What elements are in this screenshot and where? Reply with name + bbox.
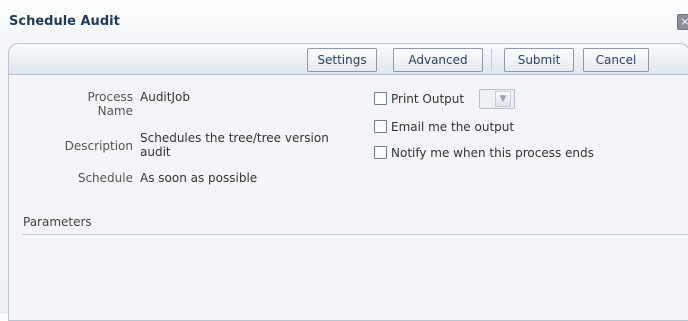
print-output-select[interactable]: ▼	[479, 89, 515, 109]
email-output-checkbox[interactable]	[374, 120, 387, 133]
print-output-label: Print Output	[391, 92, 465, 106]
parameters-section-title: Parameters	[23, 215, 92, 229]
print-output-checkbox[interactable]	[374, 92, 387, 105]
cancel-button[interactable]: Cancel	[583, 48, 649, 72]
schedule-label: Schedule	[77, 171, 133, 185]
close-icon[interactable]: ×	[677, 14, 688, 30]
process-name-label: Process Name	[87, 90, 133, 118]
toolbar-separator	[491, 49, 492, 71]
notify-checkbox[interactable]	[374, 146, 387, 159]
dialog-title: Schedule Audit	[9, 14, 120, 29]
submit-button[interactable]: Submit	[504, 48, 574, 72]
notify-label: Notify me when this process ends	[391, 146, 594, 160]
process-name-value: AuditJob	[140, 90, 190, 104]
schedule-audit-dialog: Schedule Audit × Settings Advanced Submi…	[0, 0, 688, 321]
description-label: Description	[64, 139, 133, 153]
settings-button[interactable]: Settings	[307, 48, 377, 72]
description-value: Schedules the tree/tree version audit	[140, 131, 329, 159]
chevron-down-icon: ▼	[495, 91, 511, 107]
advanced-button[interactable]: Advanced	[393, 48, 483, 72]
parameters-divider	[22, 234, 688, 235]
email-output-label: Email me the output	[391, 120, 515, 134]
schedule-value: As soon as possible	[140, 171, 258, 185]
